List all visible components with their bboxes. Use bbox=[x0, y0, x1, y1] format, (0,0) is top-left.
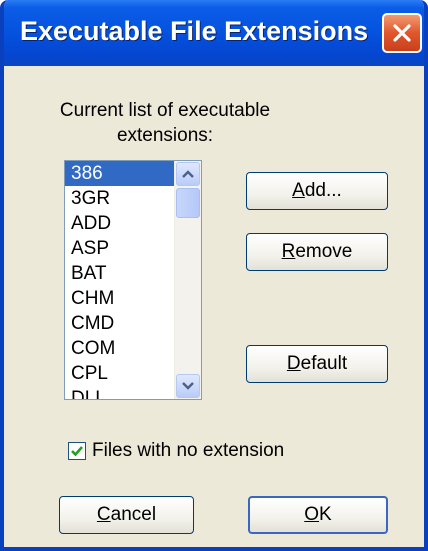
close-icon bbox=[393, 24, 411, 42]
list-item[interactable]: DLL bbox=[65, 386, 177, 399]
list-item[interactable]: 386 bbox=[65, 161, 177, 186]
default-button[interactable]: Default bbox=[246, 345, 388, 383]
window-title: Executable File Extensions bbox=[20, 16, 369, 46]
add-label: dd... bbox=[304, 180, 342, 201]
chevron-down-icon bbox=[182, 382, 194, 390]
default-mnemonic: D bbox=[286, 353, 301, 374]
ok-label: K bbox=[319, 504, 332, 525]
scroll-up-button[interactable] bbox=[176, 162, 200, 186]
default-label: efault bbox=[300, 353, 348, 374]
extensions-listbox[interactable]: 386 3GR ADD ASP BAT CHM CMD COM CPL DLL bbox=[64, 160, 202, 400]
ok-button[interactable]: OK bbox=[248, 496, 388, 534]
list-item[interactable]: CHM bbox=[65, 286, 177, 311]
remove-button[interactable]: Remove bbox=[246, 233, 388, 271]
checkmark-icon bbox=[71, 446, 83, 457]
list-item[interactable]: CMD bbox=[65, 311, 177, 336]
list-item[interactable]: COM bbox=[65, 336, 177, 361]
cancel-mnemonic: C bbox=[96, 504, 111, 525]
scroll-thumb[interactable] bbox=[176, 188, 200, 218]
list-item[interactable]: BAT bbox=[65, 261, 177, 286]
remove-label: emove bbox=[295, 241, 353, 262]
cancel-label: ancel bbox=[110, 504, 157, 525]
close-button[interactable] bbox=[382, 13, 422, 53]
list-item[interactable]: CPL bbox=[65, 361, 177, 386]
chevron-up-icon bbox=[182, 170, 194, 178]
title-bar[interactable]: Executable File Extensions bbox=[4, 0, 424, 66]
list-item[interactable]: ADD bbox=[65, 211, 177, 236]
vertical-scrollbar[interactable] bbox=[174, 161, 201, 399]
ok-mnemonic: O bbox=[304, 504, 320, 525]
add-mnemonic: A bbox=[292, 180, 305, 201]
list-item[interactable]: 3GR bbox=[65, 186, 177, 211]
remove-mnemonic: R bbox=[281, 241, 296, 262]
no-extension-label: Files with no extension bbox=[92, 440, 285, 461]
no-extension-checkbox[interactable] bbox=[68, 442, 86, 460]
add-button[interactable]: Add... bbox=[246, 172, 388, 210]
no-extension-option[interactable]: Files with no extension bbox=[68, 440, 284, 462]
cancel-button[interactable]: Cancel bbox=[59, 496, 194, 534]
list-caption-line-2: extensions: bbox=[116, 125, 214, 146]
dialog-window: Executable File Extensions Current list … bbox=[0, 0, 428, 551]
list-caption-line-1: Current list of executable bbox=[59, 100, 271, 121]
scroll-down-button[interactable] bbox=[176, 374, 200, 398]
list-item[interactable]: ASP bbox=[65, 236, 177, 261]
extensions-list: 386 3GR ADD ASP BAT CHM CMD COM CPL DLL bbox=[65, 161, 177, 399]
list-caption: Current list of executable extensions: bbox=[40, 98, 290, 148]
